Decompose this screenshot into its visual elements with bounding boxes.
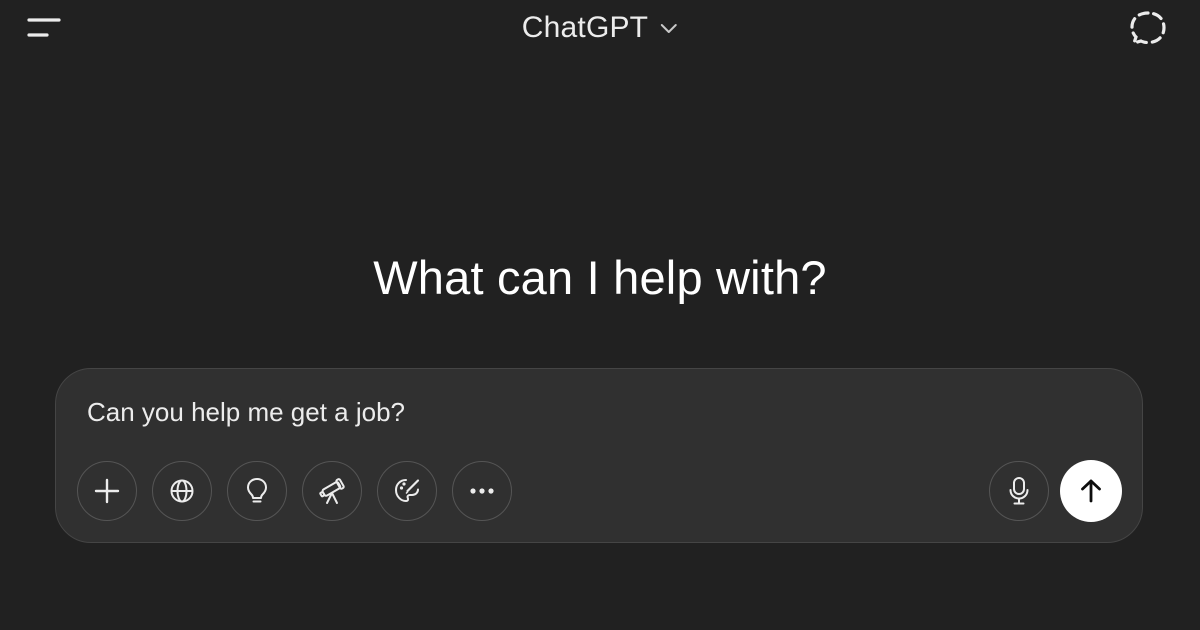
- sidebar-toggle-button[interactable]: [22, 10, 66, 46]
- more-dots-icon: [469, 487, 495, 495]
- sidebar-menu-icon: [27, 17, 61, 39]
- more-tools-button[interactable]: [452, 461, 512, 521]
- model-name: ChatGPT: [521, 11, 649, 44]
- microphone-icon: [1008, 476, 1030, 506]
- chevron-down-icon: [660, 22, 678, 34]
- lightbulb-icon: [245, 477, 269, 505]
- prompt-input[interactable]: Can you help me get a job?: [87, 397, 405, 428]
- arrow-up-icon: [1079, 478, 1103, 504]
- telescope-icon: [318, 477, 346, 505]
- prompt-composer: Can you help me get a job?: [55, 368, 1143, 543]
- voice-input-button[interactable]: [989, 461, 1049, 521]
- attach-button[interactable]: [77, 461, 137, 521]
- temporary-chat-button[interactable]: [1126, 6, 1170, 50]
- plus-icon: [94, 478, 120, 504]
- create-image-button[interactable]: [377, 461, 437, 521]
- deep-research-button[interactable]: [302, 461, 362, 521]
- model-selector[interactable]: ChatGPT: [522, 8, 678, 48]
- chat-app: ChatGPT What can I help with? Can you he…: [0, 0, 1200, 630]
- top-bar: ChatGPT: [0, 0, 1200, 58]
- globe-icon: [169, 478, 195, 504]
- composer-tools: [77, 461, 512, 521]
- reason-button[interactable]: [227, 461, 287, 521]
- composer-actions: [989, 460, 1122, 522]
- dashed-chat-bubble-icon: [1127, 8, 1169, 48]
- search-button[interactable]: [152, 461, 212, 521]
- send-button[interactable]: [1060, 460, 1122, 522]
- page-headline: What can I help with?: [373, 251, 827, 304]
- palette-icon: [393, 477, 421, 505]
